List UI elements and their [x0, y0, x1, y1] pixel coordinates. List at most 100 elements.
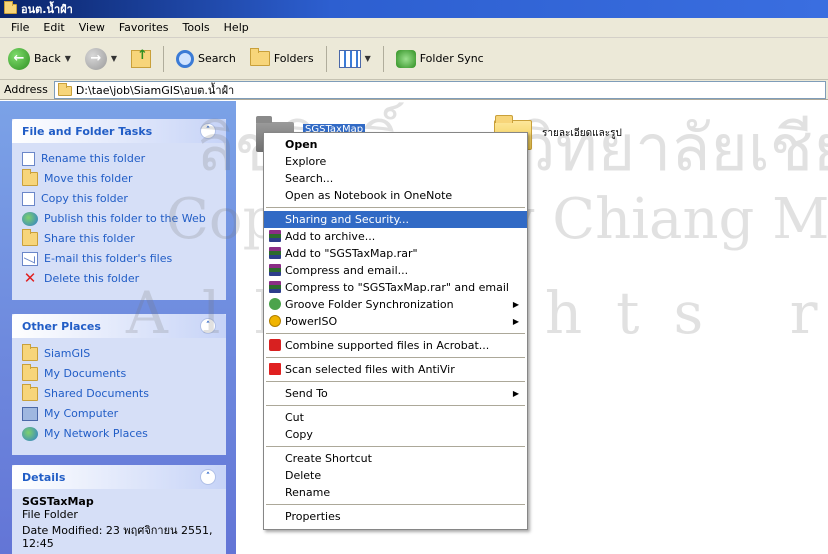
menu-favorites[interactable]: Favorites — [112, 21, 176, 34]
menu-item-label: Send To — [285, 387, 328, 400]
menu-item-antivir[interactable]: Scan selected files with AntiVir — [264, 361, 527, 378]
task-label: Rename this folder — [41, 152, 146, 165]
menu-item-groove[interactable]: Groove Folder Synchronization ▶ — [264, 296, 527, 313]
back-label: Back — [34, 52, 61, 65]
menu-help[interactable]: Help — [217, 21, 256, 34]
menu-item-onenote[interactable]: Open as Notebook in OneNote — [264, 187, 527, 204]
task-label: Delete this folder — [44, 272, 140, 285]
menu-view[interactable]: View — [72, 21, 112, 34]
folders-button[interactable]: Folders — [246, 48, 318, 68]
panel-title: Other Places — [22, 319, 101, 333]
copy-icon — [22, 192, 35, 206]
task-copy-folder[interactable]: Copy this folder — [22, 192, 216, 206]
window-title-bar[interactable]: อนต.น้ำฝำ — [0, 0, 828, 18]
place-my-network[interactable]: My Network Places — [22, 427, 216, 441]
menu-item-copy[interactable]: Copy — [264, 426, 527, 443]
place-my-documents[interactable]: My Documents — [22, 364, 216, 381]
menu-item-explore[interactable]: Explore — [264, 153, 527, 170]
task-rename-folder[interactable]: Rename this folder — [22, 152, 216, 166]
task-share-folder[interactable]: Share this folder — [22, 229, 216, 246]
place-my-computer[interactable]: My Computer — [22, 407, 216, 421]
menu-item-open[interactable]: Open — [264, 136, 527, 153]
menu-tools[interactable]: Tools — [176, 21, 217, 34]
address-field[interactable]: D:\tae\job\SiamGIS\อบต.น้ำฝำ — [53, 80, 826, 99]
search-icon — [176, 49, 195, 68]
menu-item-label: PowerISO — [285, 315, 338, 328]
place-label: My Computer — [44, 407, 119, 420]
file-folder-tasks-panel: File and Folder Tasks ˄ Rename this fold… — [12, 119, 226, 300]
collapse-icon[interactable]: ˄ — [200, 123, 216, 139]
chevron-down-icon: ▼ — [364, 54, 371, 63]
menu-item-delete[interactable]: Delete — [264, 467, 527, 484]
antivir-icon — [269, 363, 281, 375]
search-button[interactable]: Search — [172, 48, 240, 70]
details-modified: Date Modified: 23 พฤศจิกายน 2551, 12:45 — [22, 524, 213, 550]
task-move-folder[interactable]: Move this folder — [22, 169, 216, 186]
menu-item-compress-rar-email[interactable]: Compress to "SGSTaxMap.rar" and email — [264, 279, 527, 296]
forward-button[interactable]: → ▼ — [81, 46, 121, 72]
back-arrow-icon: ← — [8, 47, 30, 70]
collapse-icon[interactable]: ˄ — [200, 318, 216, 334]
share-icon — [22, 229, 38, 246]
acrobat-icon — [269, 339, 281, 351]
submenu-arrow-icon: ▶ — [512, 389, 519, 398]
search-label: Search — [198, 52, 236, 65]
back-button[interactable]: ← Back ▼ — [4, 46, 75, 72]
network-icon — [22, 427, 38, 441]
menu-item-sharing[interactable]: Sharing and Security... — [264, 211, 527, 228]
views-icon — [338, 49, 361, 68]
menu-item-cut[interactable]: Cut — [264, 409, 527, 426]
task-delete-folder[interactable]: ✕ Delete this folder — [22, 271, 216, 286]
folder-icon — [4, 1, 17, 14]
chevron-down-icon: ▼ — [64, 54, 71, 63]
menu-item-search[interactable]: Search... — [264, 170, 527, 187]
menu-item-label: Add to "SGSTaxMap.rar" — [285, 247, 418, 260]
menu-item-label: Add to archive... — [285, 230, 376, 243]
toolbar-separator — [325, 45, 327, 72]
menu-edit[interactable]: Edit — [36, 21, 71, 34]
winrar-icon — [269, 281, 281, 293]
collapse-icon[interactable]: ˄ — [200, 469, 216, 485]
other-places-header[interactable]: Other Places ˄ — [12, 314, 226, 338]
task-email-files[interactable]: E-mail this folder's files — [22, 252, 216, 266]
menu-item-poweriso[interactable]: PowerISO ▶ — [264, 313, 527, 330]
menu-item-rename[interactable]: Rename — [264, 484, 527, 501]
file-folder-tasks-header[interactable]: File and Folder Tasks ˄ — [12, 119, 226, 143]
up-button[interactable]: ↑ — [127, 48, 155, 70]
folder-sync-button[interactable]: Folder Sync — [392, 48, 488, 70]
menu-item-create-shortcut[interactable]: Create Shortcut — [264, 450, 527, 467]
chevron-down-icon: ▼ — [110, 54, 118, 63]
task-label: Move this folder — [44, 172, 133, 185]
panel-title: Details — [22, 470, 66, 484]
views-button[interactable]: ▼ — [335, 48, 375, 70]
place-shared-documents[interactable]: Shared Documents — [22, 384, 216, 401]
rename-icon — [22, 152, 35, 166]
menu-separator — [266, 446, 525, 447]
menu-item-add-rar[interactable]: Add to "SGSTaxMap.rar" — [264, 245, 527, 262]
details-name: SGSTaxMap — [22, 495, 94, 508]
menu-separator — [266, 405, 525, 406]
folder-icon — [22, 344, 38, 361]
file-name[interactable]: รายละเอียดและรูป — [542, 126, 622, 141]
panel-title: File and Folder Tasks — [22, 124, 153, 138]
poweriso-icon — [269, 315, 281, 327]
task-publish-folder[interactable]: Publish this folder to the Web — [22, 212, 216, 226]
toolbar: ← Back ▼ → ▼ ↑ Search Folders ▼ Folder S… — [0, 38, 828, 80]
menu-separator — [266, 207, 525, 208]
folder-icon — [57, 82, 72, 96]
menu-file[interactable]: File — [4, 21, 36, 34]
menu-item-add-archive[interactable]: Add to archive... — [264, 228, 527, 245]
menu-item-properties[interactable]: Properties — [264, 508, 527, 525]
menu-item-acrobat[interactable]: Combine supported files in Acrobat... — [264, 337, 527, 354]
menu-item-send-to[interactable]: Send To ▶ — [264, 385, 527, 402]
details-type: File Folder — [22, 508, 78, 521]
context-menu: Open Explore Search... Open as Notebook … — [263, 132, 528, 530]
move-icon — [22, 169, 38, 186]
my-documents-icon — [22, 364, 38, 381]
place-siamgis[interactable]: SiamGIS — [22, 344, 216, 361]
menu-item-compress-email[interactable]: Compress and email... — [264, 262, 527, 279]
details-header[interactable]: Details ˄ — [12, 465, 226, 489]
task-label: E-mail this folder's files — [44, 252, 173, 265]
place-label: My Network Places — [44, 427, 148, 440]
menu-item-label: Compress and email... — [285, 264, 409, 277]
